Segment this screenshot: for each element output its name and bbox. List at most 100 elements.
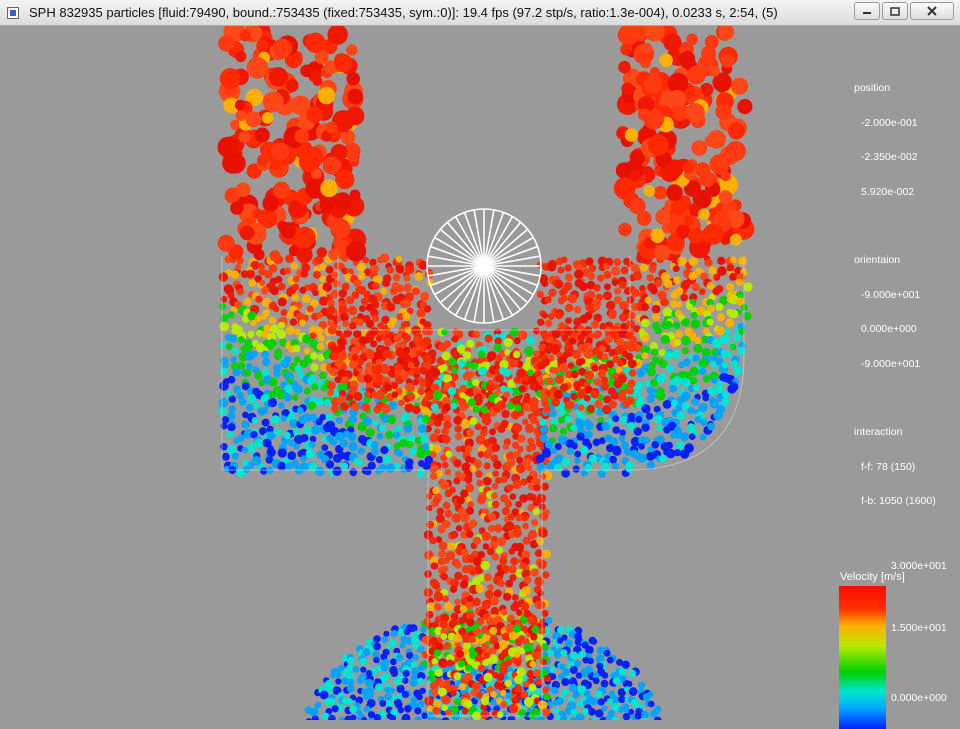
particle-blob [727, 122, 745, 140]
particle [243, 297, 252, 307]
particle [541, 686, 550, 694]
particle [523, 643, 533, 652]
particle [351, 354, 359, 361]
particle [637, 453, 647, 463]
particle-scene[interactable] [0, 26, 960, 720]
particle-blob [698, 208, 710, 221]
particle [259, 279, 266, 286]
particle [615, 337, 624, 347]
particle [418, 663, 426, 671]
particle [458, 398, 467, 407]
particle [413, 366, 421, 375]
particle [280, 359, 290, 369]
window-controls [854, 2, 954, 20]
particle [312, 270, 321, 279]
particle [447, 542, 456, 551]
particle [512, 528, 523, 538]
particle [620, 266, 629, 275]
particle-blob [708, 65, 720, 77]
particle [612, 446, 622, 456]
particle [298, 319, 306, 327]
particle [519, 494, 528, 503]
particle [433, 700, 442, 709]
particle-blob [235, 110, 247, 121]
particle [512, 350, 521, 359]
particle [328, 698, 336, 706]
particle [357, 447, 365, 455]
particle [475, 691, 483, 699]
particle [315, 397, 324, 407]
particle [319, 289, 327, 297]
particle [628, 369, 637, 377]
maximize-button[interactable] [882, 2, 908, 20]
particle [345, 295, 355, 305]
particle-blob [663, 33, 682, 52]
particle [291, 394, 299, 401]
particle [361, 297, 369, 306]
particle [336, 337, 347, 347]
particle [373, 656, 380, 664]
particle [262, 358, 271, 367]
particle [542, 358, 551, 366]
particle [500, 475, 508, 484]
particle [292, 428, 301, 436]
particle [542, 405, 551, 414]
particle [611, 279, 619, 286]
particle [315, 466, 325, 477]
particle [614, 345, 625, 355]
particle [483, 652, 490, 659]
particle [452, 713, 460, 720]
particle [524, 346, 534, 356]
particle [729, 309, 739, 319]
particle [664, 320, 673, 329]
orientation-z: -9.000e+001 [861, 357, 921, 370]
particle-blob [325, 121, 338, 134]
spoked-wheel-icon[interactable] [426, 208, 542, 324]
particle-blob [277, 221, 288, 232]
interaction-label: interaction [854, 426, 903, 438]
particle [574, 269, 584, 279]
particle [385, 430, 394, 440]
particle [593, 284, 601, 292]
particle [692, 354, 700, 362]
particle [603, 283, 611, 291]
particle [452, 634, 462, 643]
particle [681, 318, 690, 327]
particle [523, 576, 532, 585]
particle-blob [620, 43, 633, 56]
simulation-viewport[interactable]: position -2.000e-001 -2.350e-002 5.920e-… [0, 26, 960, 729]
particle [730, 256, 737, 264]
interaction-ff: f-f: 78 (150) [861, 460, 916, 473]
particle [572, 465, 580, 473]
particle-blob [300, 64, 313, 78]
particle [273, 305, 280, 313]
particle [522, 680, 530, 688]
particle-blob [262, 195, 279, 212]
particle-blob [273, 181, 290, 199]
particle [396, 450, 404, 457]
minimize-button[interactable] [854, 2, 880, 20]
particle [528, 683, 537, 692]
particle [446, 659, 454, 667]
particle-blob [257, 154, 268, 166]
particle [387, 415, 396, 425]
particle [233, 385, 241, 393]
close-button[interactable] [910, 2, 954, 20]
particle [298, 415, 308, 425]
particle [587, 657, 594, 665]
particle [333, 453, 342, 463]
particle [564, 264, 572, 272]
particle [646, 367, 656, 377]
title-bar[interactable]: SPH 832935 particles [fluid:79490, bound… [0, 0, 960, 26]
particle [533, 484, 541, 492]
particle [632, 271, 643, 281]
particle [707, 386, 717, 396]
particle-blob [670, 199, 687, 216]
particle [641, 404, 651, 414]
particle [348, 441, 358, 452]
particle [286, 311, 294, 319]
particle [346, 698, 353, 705]
particle [497, 569, 505, 577]
particle [285, 325, 295, 335]
particle [549, 410, 557, 418]
